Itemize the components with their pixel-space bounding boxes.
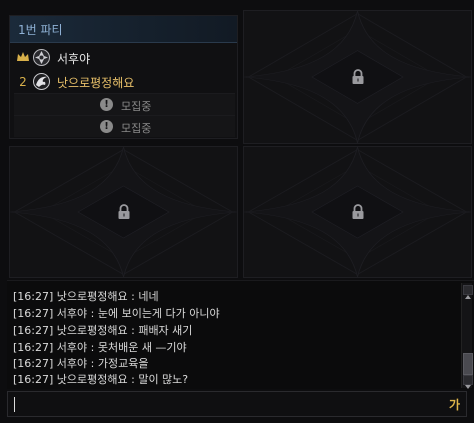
text-caret xyxy=(14,397,15,412)
crown-icon xyxy=(16,50,30,64)
party-header: 1번 파티 xyxy=(10,16,237,43)
party-panel: 1번 파티 서후야 2 낫으로평정해요 ! 모집중 ! 모집중 xyxy=(9,15,238,139)
warning-icon: ! xyxy=(100,120,113,133)
recruit-label: 모집중 xyxy=(121,100,152,113)
lock-icon xyxy=(117,204,131,220)
warning-icon: ! xyxy=(100,98,113,111)
chat-message: [16:27] 낫으로평정해요 : 네네 xyxy=(13,290,159,303)
scroll-up-button[interactable] xyxy=(463,285,473,299)
dragon-emblem-icon xyxy=(32,72,51,91)
party-member-row[interactable]: 2 낫으로평정해요 xyxy=(10,70,237,94)
lock-icon xyxy=(351,204,365,220)
chat-message: [16:27] 낫으로평정해요 : 패배자 새기 xyxy=(13,324,193,337)
chat-message: [16:27] 서후야 : 못처배운 새 —기야 xyxy=(13,341,187,354)
recruit-slot[interactable]: ! 모집중 xyxy=(14,93,235,115)
scroll-down-button[interactable] xyxy=(463,375,473,389)
member-rank: 2 xyxy=(19,75,27,89)
lock-icon xyxy=(351,69,365,85)
party-title: 1번 파티 xyxy=(18,23,63,37)
member-name: 낫으로평정해요 xyxy=(57,76,135,90)
recruit-label: 모집중 xyxy=(121,122,152,135)
chat-log[interactable]: [16:27] 낫으로평정해요 : 네네 [16:27] 서후야 : 눈에 보이… xyxy=(7,280,474,389)
chat-message: [16:27] 서후야 : 가정교육을 xyxy=(13,357,149,370)
guild-emblem-icon xyxy=(32,48,51,67)
scroll-thumb[interactable] xyxy=(463,353,473,375)
party-member-row[interactable]: 서후야 xyxy=(10,46,237,70)
chat-message: [16:27] 서후야 : 눈에 보이는게 다가 아니야 xyxy=(13,307,220,320)
member-name: 서후야 xyxy=(57,52,91,66)
chat-message: [16:27] 낫으로평정해요 : 말이 많노? xyxy=(13,373,189,386)
recruit-slot[interactable]: ! 모집중 xyxy=(14,115,235,137)
chat-input[interactable]: 가 xyxy=(7,391,467,417)
chat-scrollbar[interactable] xyxy=(461,283,473,389)
ime-mode-indicator[interactable]: 가 xyxy=(449,396,460,413)
locked-party-slot xyxy=(243,146,472,278)
locked-party-slot xyxy=(243,10,472,144)
locked-party-slot xyxy=(9,146,238,278)
